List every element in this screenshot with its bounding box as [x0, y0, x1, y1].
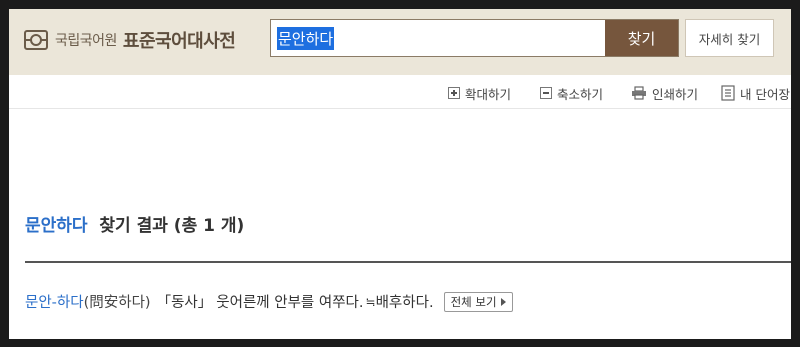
result-summary: 찾기 결과 (총 1 개)	[99, 216, 245, 236]
zoom-in-label: 확대하기	[465, 86, 512, 102]
print-button[interactable]: 인쇄하기	[631, 84, 698, 102]
result-keyword: 문안하다	[25, 216, 88, 236]
dictionary-name: 표준국어대사전	[122, 31, 236, 52]
notebook-icon	[721, 85, 735, 101]
print-label: 인쇄하기	[652, 86, 699, 102]
logo-mark-icon	[24, 30, 48, 50]
entry-definition: 웃어른께 안부를 여쭈다.	[216, 295, 364, 311]
result-entry: 문안-하다 (問安하다) 「동사」 웃어른께 안부를 여쭈다. ≒ 배후하다. …	[25, 291, 513, 312]
entry-see-also[interactable]: 배후하다.	[376, 291, 434, 312]
toolbar: 확대하기 축소하기 인쇄하기 내 단어장	[9, 75, 791, 109]
search-button[interactable]: 찾기	[605, 20, 678, 56]
result-heading: 문안하다 찾기 결과 (총 1 개)	[25, 211, 244, 236]
org-name: 국립국어원	[55, 33, 117, 49]
logo[interactable]: 국립국어원 표준국어대사전	[23, 25, 236, 55]
search-input-value: 문안하다	[277, 26, 335, 50]
printer-icon	[632, 86, 646, 100]
see-also-mark: ≒	[365, 294, 376, 309]
my-vocab-label: 내 단어장	[740, 86, 790, 102]
search-box: 문안하다 찾기	[270, 19, 679, 57]
entry-word[interactable]: 문안-하다	[25, 291, 84, 312]
zoom-out-button[interactable]: 축소하기	[540, 84, 603, 102]
zoom-out-icon	[540, 87, 552, 99]
zoom-in-button[interactable]: 확대하기	[448, 84, 511, 102]
view-all-label: 전체 보기	[450, 294, 497, 309]
my-vocab-button[interactable]: 내 단어장	[721, 84, 790, 102]
entry-hanja: (問安하다)	[83, 295, 151, 311]
detail-search-button[interactable]: 자세히 찾기	[685, 19, 774, 57]
caret-right-icon	[500, 297, 506, 306]
divider	[25, 261, 791, 263]
view-all-button[interactable]: 전체 보기	[443, 291, 513, 312]
entry-pos: 「동사」	[156, 295, 213, 311]
header: 국립국어원 표준국어대사전 문안하다 찾기 자세히 찾기	[9, 9, 791, 75]
zoom-in-icon	[448, 87, 460, 99]
search-input[interactable]: 문안하다	[271, 20, 606, 56]
zoom-out-label: 축소하기	[557, 86, 604, 102]
page-frame: 국립국어원 표준국어대사전 문안하다 찾기 자세히 찾기 확대하기 축소하기 인	[9, 9, 791, 339]
